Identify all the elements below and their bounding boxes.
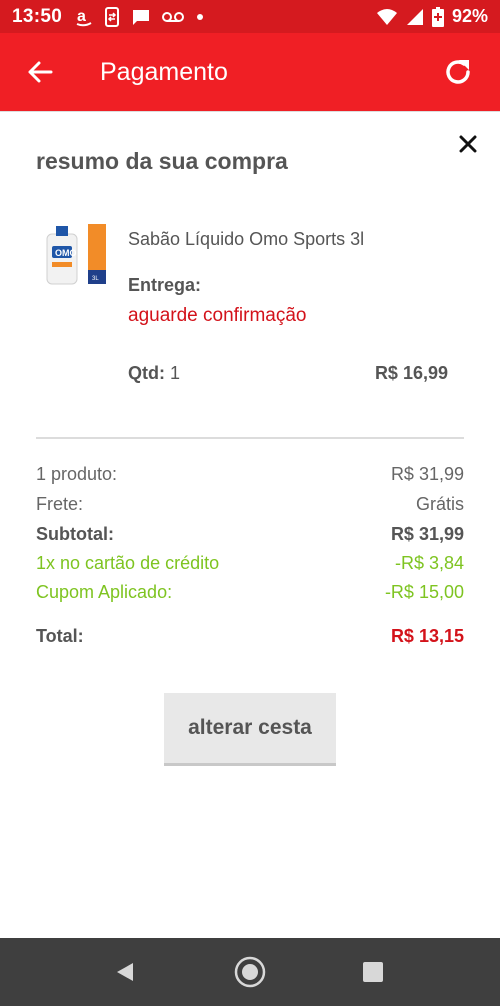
summary-row-credit-card: 1x no cartão de crédito -R$ 3,84: [36, 553, 464, 574]
delivery-label: Entrega:: [128, 275, 202, 295]
refresh-button[interactable]: [436, 50, 480, 94]
system-icons: 92%: [376, 6, 488, 27]
summary-value: -R$ 15,00: [384, 582, 464, 602]
qty-label: Qtd:: [128, 363, 165, 383]
divider: [36, 437, 464, 439]
summary-row-coupon: Cupom Aplicado: -R$ 15,00: [36, 582, 464, 603]
summary-label: 1x no cartão de crédito: [36, 553, 220, 573]
summary-row-shipping: Frete: Grátis: [36, 494, 464, 515]
total-value: R$ 13,15: [390, 626, 464, 646]
arrow-back-icon: [28, 61, 53, 83]
alter-basket-button[interactable]: alterar cesta: [164, 693, 336, 766]
summary-value: R$ 31,99: [390, 464, 464, 484]
summary-label: 1 produto:: [36, 464, 118, 484]
page-title: Pagamento: [100, 57, 228, 86]
total-label: Total:: [36, 626, 84, 646]
svg-text:a: a: [77, 8, 86, 25]
amazon-icon: a: [76, 8, 92, 26]
summary-value: Grátis: [415, 494, 464, 514]
summary-value: R$ 31,99: [390, 524, 464, 544]
summary-row-products: 1 produto: R$ 31,99: [36, 464, 464, 485]
nav-home-icon: [234, 956, 266, 988]
message-icon: [133, 9, 150, 25]
nav-back-button[interactable]: [103, 950, 147, 994]
summary-title: resumo da sua compra: [36, 148, 288, 174]
summary-label: Frete:: [36, 494, 84, 514]
notification-icons: a: [76, 6, 204, 27]
summary-value: -R$ 3,84: [394, 553, 464, 573]
wifi-icon: [376, 8, 397, 25]
nav-recents-icon: [363, 962, 383, 982]
delivery-status: aguarde confirmação: [128, 305, 307, 326]
qty-value: 1: [170, 363, 181, 383]
battery-icon: [431, 6, 444, 27]
close-icon: [459, 135, 477, 153]
summary-row-total: Total: R$ 13,15: [36, 626, 464, 647]
svg-text:OMO: OMO: [55, 248, 77, 258]
product-quantity: Qtd: 1: [128, 363, 180, 384]
product-name: Sabão Líquido Omo Sports 3l: [128, 229, 365, 249]
nav-home-button[interactable]: [228, 950, 272, 994]
voicemail-icon: [162, 11, 185, 22]
app-bar: Pagamento: [0, 33, 500, 111]
summary-label: Subtotal:: [36, 524, 114, 544]
signal-icon: [406, 8, 423, 25]
phone-transfer-icon: [105, 6, 120, 27]
system-nav-bar: [0, 938, 500, 1006]
purchase-summary-card: resumo da sua compra OMO 3L Sabão Líquid…: [0, 111, 500, 938]
refresh-icon: [446, 60, 470, 84]
dot-icon: [197, 13, 204, 20]
close-button[interactable]: [450, 126, 486, 162]
product-price: R$ 16,99: [374, 363, 448, 383]
battery-percent: 92%: [451, 6, 488, 26]
nav-back-icon: [117, 963, 133, 981]
summary-label: Cupom Aplicado:: [36, 582, 173, 602]
nav-recents-button[interactable]: [351, 950, 395, 994]
product-image: OMO 3L: [46, 224, 106, 285]
status-time: 13:50: [12, 5, 63, 27]
back-button[interactable]: [18, 50, 62, 94]
status-bar: 13:50 a 92%: [0, 0, 500, 33]
svg-text:3L: 3L: [92, 276, 99, 282]
summary-row-subtotal: Subtotal: R$ 31,99: [36, 524, 464, 545]
